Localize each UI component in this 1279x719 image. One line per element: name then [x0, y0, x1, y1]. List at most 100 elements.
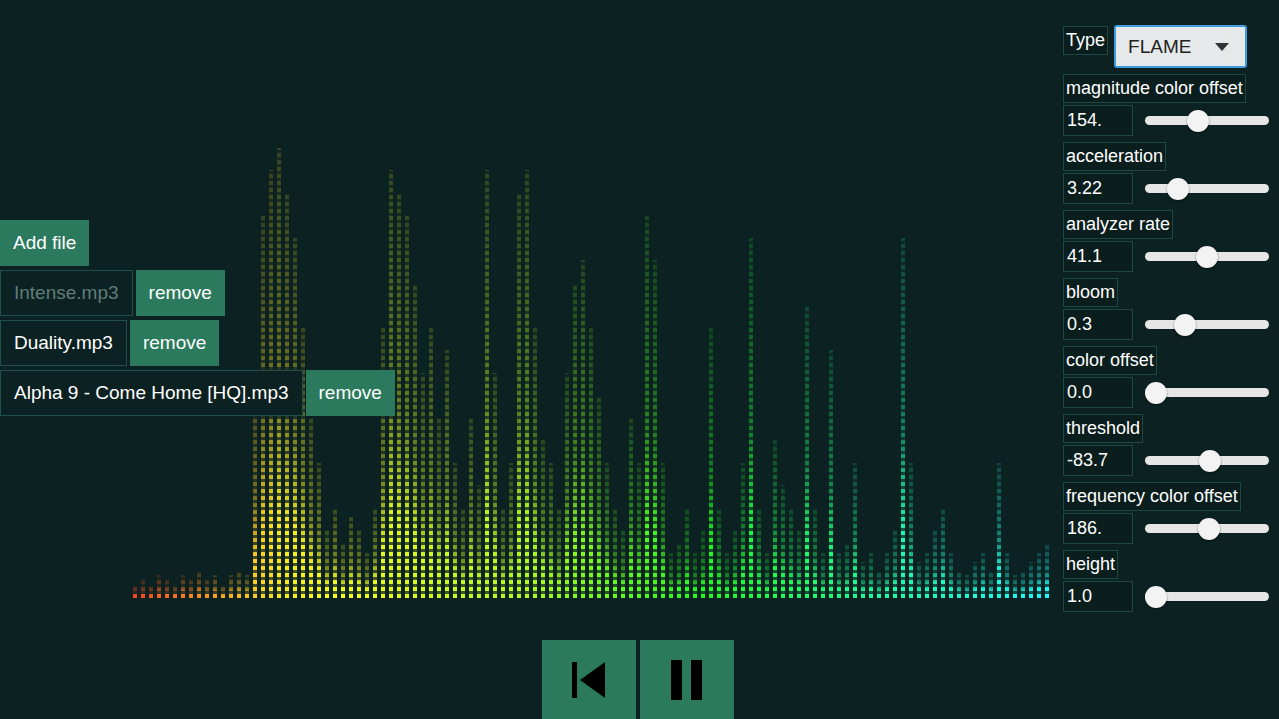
spectrum-bar	[237, 571, 241, 598]
previous-icon	[572, 662, 606, 698]
slider-track[interactable]	[1145, 592, 1269, 601]
spectrum-bar	[685, 508, 689, 598]
slider-thumb[interactable]	[1167, 178, 1189, 200]
spectrum-bar	[869, 553, 873, 598]
slider-group: frequency color offset 186.	[1063, 482, 1279, 544]
spectrum-bar	[717, 508, 721, 598]
spectrum-bar	[693, 553, 697, 598]
spectrum-bar	[973, 562, 977, 598]
slider-thumb[interactable]	[1145, 586, 1167, 608]
spectrum-bar	[1045, 544, 1049, 598]
spectrum-bar	[981, 553, 985, 598]
spectrum-bar	[989, 571, 993, 598]
spectrum-bar	[581, 260, 585, 598]
slider-row: -83.7	[1063, 445, 1279, 476]
spectrum-bar	[1005, 553, 1009, 598]
spectrum-bar	[413, 283, 417, 598]
spectrum-bar	[805, 305, 809, 598]
slider-thumb[interactable]	[1187, 110, 1209, 132]
spectrum-bar	[757, 508, 761, 598]
slider-value-field[interactable]: 41.1	[1063, 241, 1133, 272]
slider-value-field[interactable]: 3.22	[1063, 173, 1133, 204]
slider-thumb[interactable]	[1145, 382, 1167, 404]
slider-label: frequency color offset	[1063, 482, 1241, 511]
slider-track[interactable]	[1145, 252, 1269, 261]
spectrum-bar	[325, 530, 329, 598]
spectrum-bar	[941, 508, 945, 598]
slider-track[interactable]	[1145, 320, 1269, 329]
pause-button[interactable]	[640, 640, 734, 719]
spectrum-bar	[997, 463, 1001, 598]
spectrum-bar	[885, 553, 889, 598]
spectrum-bar	[901, 238, 905, 598]
slider-value-field[interactable]: 154.	[1063, 105, 1133, 136]
spectrum-bar	[533, 328, 537, 598]
slider-track[interactable]	[1145, 116, 1269, 125]
spectrum-bar	[829, 350, 833, 598]
type-value: FLAME	[1128, 36, 1191, 58]
slider-thumb[interactable]	[1199, 450, 1221, 472]
spectrum-bar	[653, 260, 657, 598]
spectrum-bar	[333, 508, 337, 598]
spectrum-bar	[877, 571, 881, 598]
slider-group: acceleration 3.22	[1063, 142, 1279, 204]
add-file-button[interactable]: Add file	[0, 220, 89, 266]
spectrum-bar	[469, 418, 473, 598]
spectrum-bar	[797, 530, 801, 598]
spectrum-bar	[677, 544, 681, 598]
remove-button[interactable]: remove	[306, 370, 395, 416]
slider-group: color offset 0.0	[1063, 346, 1279, 408]
slider-value-field[interactable]: 186.	[1063, 513, 1133, 544]
spectrum-bar	[917, 562, 921, 598]
spectrum-bar	[741, 463, 745, 598]
spectrum-bar	[157, 575, 161, 598]
slider-row: 154.	[1063, 105, 1279, 136]
slider-value-field[interactable]: 1.0	[1063, 581, 1133, 612]
spectrum-bar	[893, 530, 897, 598]
spectrum-bar	[621, 530, 625, 598]
spectrum-bar	[789, 508, 793, 598]
spectrum-bar	[965, 575, 969, 598]
remove-button[interactable]: remove	[136, 270, 225, 316]
spectrum-bar	[861, 562, 865, 598]
type-dropdown[interactable]: FLAME	[1114, 25, 1247, 68]
file-name[interactable]: Alpha 9 - Come Home [HQ].mp3	[0, 370, 303, 416]
slider-value-field[interactable]: -83.7	[1063, 445, 1133, 476]
spectrum-bar	[373, 508, 377, 598]
spectrum-bar	[509, 463, 513, 598]
slider-thumb[interactable]	[1198, 518, 1220, 540]
slider-track[interactable]	[1145, 184, 1269, 193]
slider-thumb[interactable]	[1174, 314, 1196, 336]
slider-label: acceleration	[1063, 142, 1166, 171]
slider-track[interactable]	[1145, 456, 1269, 465]
transport-bar	[0, 640, 1062, 719]
slider-row: 186.	[1063, 513, 1279, 544]
spectrum-bar	[853, 463, 857, 598]
spectrum-bar	[205, 580, 209, 598]
spectrum-bar	[765, 553, 769, 598]
slider-thumb[interactable]	[1196, 246, 1218, 268]
type-label: Type	[1063, 26, 1108, 55]
spectrum-bar	[173, 584, 177, 598]
slider-value-field[interactable]: 0.0	[1063, 377, 1133, 408]
spectrum-bar	[589, 328, 593, 598]
spectrum-bar	[629, 418, 633, 598]
slider-group: analyzer rate 41.1	[1063, 210, 1279, 272]
slider-track[interactable]	[1145, 388, 1269, 397]
spectrum-bar	[429, 328, 433, 598]
spectrum-bar	[525, 170, 529, 598]
spectrum-bar	[213, 575, 217, 598]
spectrum-bar	[485, 170, 489, 598]
spectrum-bar	[1029, 562, 1033, 598]
spectrum-bar	[1037, 553, 1041, 598]
file-row: Duality.mp3 remove	[0, 320, 219, 366]
previous-button[interactable]	[542, 640, 636, 719]
spectrum-bar	[541, 440, 545, 598]
spectrum-bar	[517, 193, 521, 598]
spectrum-bar	[461, 508, 465, 598]
remove-button[interactable]: remove	[130, 320, 219, 366]
file-name[interactable]: Duality.mp3	[0, 320, 127, 366]
slider-track[interactable]	[1145, 524, 1269, 533]
file-name[interactable]: Intense.mp3	[0, 270, 133, 316]
slider-value-field[interactable]: 0.3	[1063, 309, 1133, 340]
